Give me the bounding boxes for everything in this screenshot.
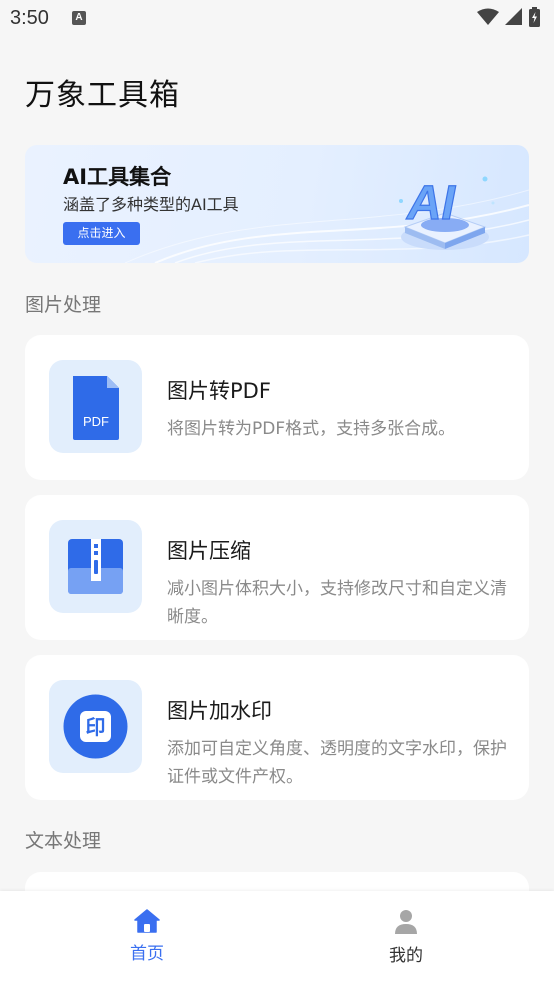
card-title: 图片加水印 [167, 699, 272, 723]
battery-icon [529, 7, 540, 27]
notification-icon: A [72, 11, 86, 25]
signal-icon [505, 8, 522, 25]
status-bar: 3:50 A [0, 0, 554, 40]
card-title: 图片转PDF [167, 379, 271, 403]
tool-card-image-watermark[interactable]: 印 图片加水印 添加可自定义角度、透明度的文字水印，保护证件或文件产权。 [25, 655, 529, 800]
nav-label-home: 首页 [130, 944, 164, 964]
card-description: 减小图片体积大小，支持修改尺寸和自定义清晰度。 [167, 579, 507, 627]
zip-archive-icon [68, 539, 123, 594]
section-title-image: 图片处理 [25, 294, 102, 316]
card-description: 添加可自定义角度、透明度的文字水印，保护证件或文件产权。 [167, 739, 507, 787]
pdf-file-icon: PDF [73, 376, 119, 440]
bottom-nav: 首页 我的 [0, 891, 554, 984]
stamp-icon-label: 印 [86, 715, 106, 739]
card-description: 将图片转为PDF格式，支持多张合成。 [167, 419, 456, 439]
nav-item-mine[interactable]: 我的 [346, 909, 466, 966]
nav-item-home[interactable]: 首页 [87, 909, 207, 964]
pdf-icon-label: PDF [83, 414, 109, 429]
nav-label-mine: 我的 [389, 946, 423, 966]
ai-tools-banner[interactable]: AI工具集合 涵盖了多种类型的AI工具 点击进入 AI [25, 145, 529, 263]
banner-title: AI工具集合 [63, 165, 172, 189]
wifi-icon [477, 8, 499, 25]
banner-enter-button[interactable]: 点击进入 [63, 222, 140, 245]
user-icon [395, 910, 417, 934]
banner-subtitle: 涵盖了多种类型的AI工具 [63, 195, 239, 214]
status-time: 3:50 [10, 7, 49, 29]
stamp-icon: 印 [63, 694, 128, 759]
page-title: 万象工具箱 [25, 78, 180, 113]
card-icon-container: PDF [49, 360, 142, 453]
card-icon-container [49, 520, 142, 613]
tool-card-image-to-pdf[interactable]: PDF 图片转PDF 将图片转为PDF格式，支持多张合成。 [25, 335, 529, 480]
section-title-text: 文本处理 [25, 830, 102, 852]
ai-logo-text: AI [406, 177, 457, 230]
card-icon-container: 印 [49, 680, 142, 773]
status-icons [477, 7, 540, 27]
home-icon [134, 909, 160, 933]
card-title: 图片压缩 [167, 539, 251, 563]
ai-3d-logo-icon: AI [399, 176, 495, 250]
tool-card-image-compress[interactable]: 图片压缩 减小图片体积大小，支持修改尺寸和自定义清晰度。 [25, 495, 529, 640]
